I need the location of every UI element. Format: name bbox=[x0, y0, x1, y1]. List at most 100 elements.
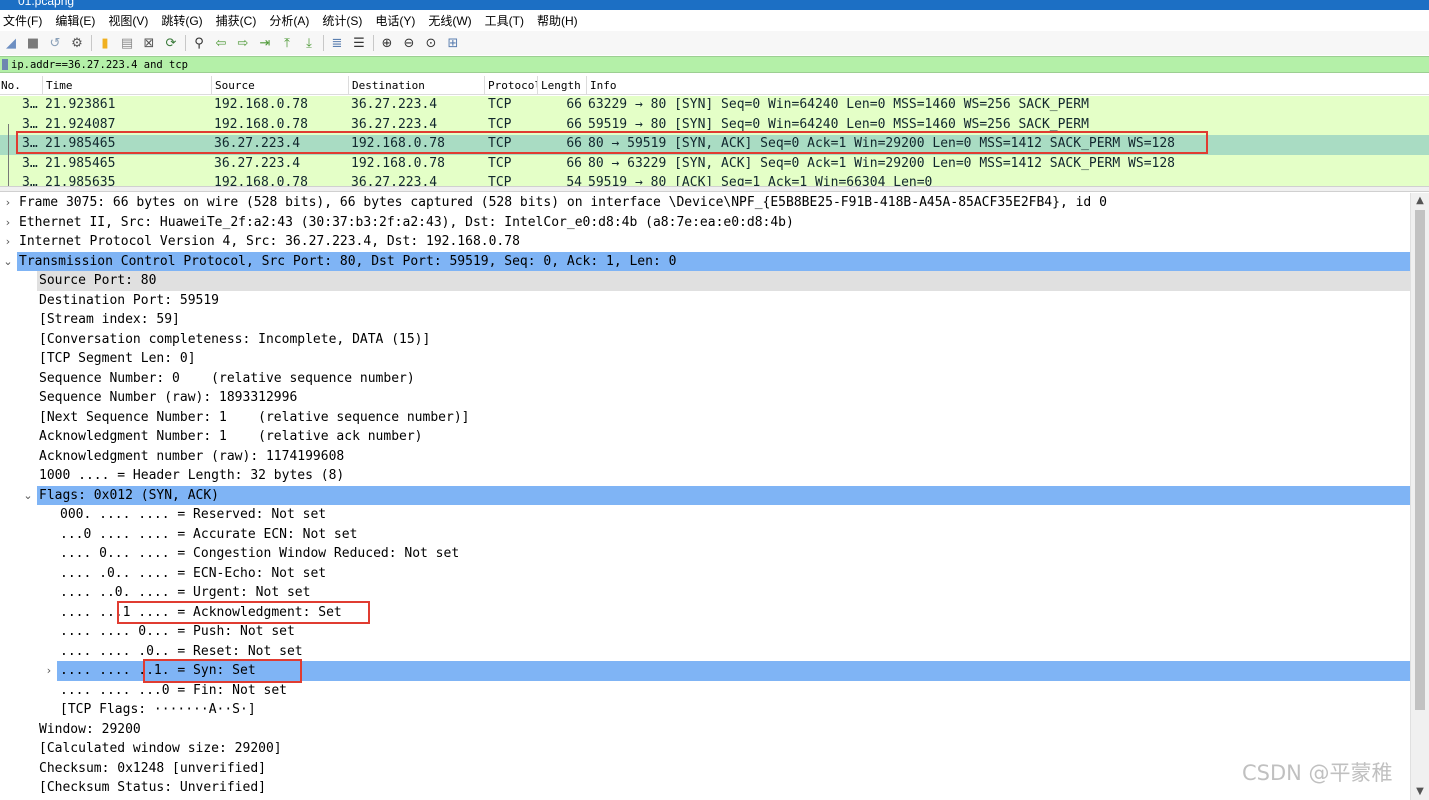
autoscroll-icon[interactable]: ≣ bbox=[328, 34, 346, 52]
collapse-arrow-icon[interactable]: ⌄ bbox=[22, 486, 34, 506]
scroll-up-icon[interactable]: ▲ bbox=[1411, 193, 1429, 209]
column-header-1[interactable]: Time bbox=[46, 79, 211, 92]
stop-capture-icon[interactable]: ■ bbox=[24, 34, 42, 52]
packet-row[interactable]: 3… 21.923861 192.168.0.78 36.27.223.4 TCP 66 6… bbox=[0, 96, 1429, 116]
capture-options-icon[interactable]: ⚙ bbox=[68, 34, 86, 52]
save-file-icon[interactable]: ▤ bbox=[118, 34, 136, 52]
column-divider[interactable] bbox=[537, 76, 538, 94]
detail-text: Flags: 0x012 (SYN, ACK) bbox=[39, 487, 220, 503]
bookmark-icon[interactable] bbox=[2, 59, 8, 70]
column-divider[interactable] bbox=[484, 76, 485, 94]
detail-row[interactable]: Sequence Number (raw): 1893312996 bbox=[0, 388, 1410, 408]
detail-row[interactable]: ⌄ Flags: 0x012 (SYN, ACK) bbox=[23, 485, 1410, 505]
expand-arrow-icon[interactable]: › bbox=[43, 661, 55, 681]
detail-row[interactable]: 000. .... .... = Reserved: Not set bbox=[0, 505, 1410, 525]
detail-row[interactable]: [Next Sequence Number: 1 (relative seque… bbox=[0, 408, 1410, 428]
column-header-6[interactable]: Info bbox=[590, 79, 1410, 92]
menu-item-0[interactable]: 文件(F) bbox=[3, 12, 48, 29]
go-forward-icon[interactable]: ⇨ bbox=[234, 34, 252, 52]
detail-row[interactable]: .... .... .0.. = Reset: Not set bbox=[0, 642, 1410, 662]
packet-row[interactable]: 3… 21.924087 192.168.0.78 36.27.223.4 TCP 66 5… bbox=[0, 115, 1429, 135]
packet-cell-info: 80 → 63229 [SYN, ACK] Seq=0 Ack=1 Win=29… bbox=[588, 155, 1175, 171]
detail-row[interactable]: .... .... ...0 = Fin: Not set bbox=[0, 681, 1410, 701]
pane-splitter[interactable] bbox=[0, 186, 1429, 192]
detail-text: [TCP Flags: ·······A··S·] bbox=[60, 702, 256, 717]
expand-arrow-icon[interactable]: › bbox=[2, 213, 14, 233]
detail-row[interactable]: ›.... .... ..1. = Syn: Set bbox=[47, 661, 1410, 681]
column-header-4[interactable]: Protocol bbox=[488, 79, 538, 92]
menu-item-2[interactable]: 视图(V) bbox=[108, 12, 154, 29]
menu-item-1[interactable]: 编辑(E) bbox=[55, 12, 101, 29]
column-header-5[interactable]: Length bbox=[541, 79, 587, 92]
open-file-icon[interactable]: ▮ bbox=[96, 34, 114, 52]
detail-row[interactable]: [Stream index: 59] bbox=[0, 310, 1410, 330]
menu-item-10[interactable]: 帮助(H) bbox=[537, 12, 584, 29]
find-packet-icon[interactable]: ⚲ bbox=[190, 34, 208, 52]
detail-row[interactable]: Acknowledgment Number: 1 (relative ack n… bbox=[0, 427, 1410, 447]
detail-row[interactable]: Source Port: 80 bbox=[37, 271, 1410, 291]
detail-row[interactable]: .... ..0. .... = Urgent: Not set bbox=[0, 583, 1410, 603]
detail-row[interactable]: › Frame 3075: 66 bytes on wire (528 bits)… bbox=[0, 193, 1410, 213]
restart-capture-icon[interactable]: ↺ bbox=[46, 34, 64, 52]
column-divider[interactable] bbox=[211, 76, 212, 94]
packet-cell-len: 66 bbox=[566, 155, 582, 171]
scrollbar-thumb[interactable] bbox=[1415, 210, 1425, 710]
packet-row[interactable]: 3… 21.985465 36.27.223.4 192.168.0.78 TCP 66 8… bbox=[0, 154, 1429, 174]
menu-item-8[interactable]: 无线(W) bbox=[428, 12, 477, 29]
menu-item-4[interactable]: 捕获(C) bbox=[216, 12, 263, 29]
display-filter-input[interactable]: ip.addr==36.27.223.4 and tcp bbox=[11, 59, 188, 71]
menu-item-7[interactable]: 电话(Y) bbox=[375, 12, 421, 29]
packet-row[interactable]: 3… 21.985635 192.168.0.78 36.27.223.4 TCP 54 5… bbox=[0, 174, 1429, 186]
column-divider[interactable] bbox=[42, 76, 43, 94]
detail-row[interactable]: Sequence Number: 0 (relative sequence nu… bbox=[0, 369, 1410, 389]
detail-row[interactable]: › Internet Protocol Version 4, Src: 36.27… bbox=[0, 232, 1410, 252]
detail-row[interactable]: [TCP Flags: ·······A··S·] bbox=[0, 700, 1410, 720]
details-scrollbar[interactable]: ▲ ▼ bbox=[1410, 193, 1429, 800]
column-header-0[interactable]: No. bbox=[1, 79, 41, 92]
reload-file-icon[interactable]: ⟳ bbox=[162, 34, 180, 52]
detail-row[interactable]: .... .... 0... = Push: Not set bbox=[0, 622, 1410, 642]
shark-fin-start-icon[interactable]: ◢ bbox=[2, 34, 20, 52]
menu-item-5[interactable]: 分析(A) bbox=[269, 12, 315, 29]
go-first-icon[interactable]: ⤒ bbox=[278, 34, 296, 52]
zoom-out-icon[interactable]: ⊖ bbox=[400, 34, 418, 52]
menu-item-3[interactable]: 跳转(G) bbox=[161, 12, 208, 29]
detail-row[interactable]: ⌄ Transmission Control Protocol, Src Port… bbox=[3, 251, 1410, 271]
detail-row[interactable]: .... .0.. .... = ECN-Echo: Not set bbox=[0, 564, 1410, 584]
menu-item-6[interactable]: 统计(S) bbox=[322, 12, 368, 29]
zoom-in-icon[interactable]: ⊕ bbox=[378, 34, 396, 52]
colorize-icon[interactable]: ☰ bbox=[350, 34, 368, 52]
go-to-packet-icon[interactable]: ⇥ bbox=[256, 34, 274, 52]
detail-row[interactable]: ...0 .... .... = Accurate ECN: Not set bbox=[0, 525, 1410, 545]
scroll-down-icon[interactable]: ▼ bbox=[1411, 784, 1429, 800]
detail-row[interactable]: .... ...1 .... = Acknowledgment: Set bbox=[0, 603, 1410, 623]
menu-item-9[interactable]: 工具(T) bbox=[485, 12, 530, 29]
column-divider[interactable] bbox=[586, 76, 587, 94]
packet-row-selected[interactable]: 3… 21.985465 36.27.223.4 192.168.0.78 TCP 66 8… bbox=[0, 135, 1429, 155]
detail-row[interactable]: Acknowledgment number (raw): 1174199608 bbox=[0, 447, 1410, 467]
detail-row[interactable]: Window: 29200 bbox=[0, 720, 1410, 740]
zoom-normal-icon[interactable]: ⊙ bbox=[422, 34, 440, 52]
column-header-3[interactable]: Destination bbox=[352, 79, 484, 92]
packet-cell-proto: TCP bbox=[488, 97, 512, 112]
detail-row[interactable]: 1000 .... = Header Length: 32 bytes (8) bbox=[0, 466, 1410, 486]
detail-row[interactable]: Destination Port: 59519 bbox=[0, 291, 1410, 311]
detail-row[interactable]: Checksum: 0x1248 [unverified] bbox=[0, 759, 1410, 779]
detail-row[interactable]: .... 0... .... = Congestion Window Reduc… bbox=[0, 544, 1410, 564]
column-header-2[interactable]: Source bbox=[215, 79, 348, 92]
detail-row[interactable]: [TCP Segment Len: 0] bbox=[0, 349, 1410, 369]
detail-row[interactable]: [Checksum Status: Unverified] bbox=[0, 778, 1410, 798]
display-filter-bar[interactable]: ip.addr==36.27.223.4 and tcp bbox=[0, 56, 1429, 73]
close-file-icon[interactable]: ⊠ bbox=[140, 34, 158, 52]
resize-columns-icon[interactable]: ⊞ bbox=[444, 34, 462, 52]
go-last-icon[interactable]: ⤓ bbox=[300, 34, 318, 52]
collapse-arrow-icon[interactable]: ⌄ bbox=[2, 252, 14, 272]
expand-arrow-icon[interactable]: › bbox=[2, 193, 14, 213]
go-back-icon[interactable]: ⇦ bbox=[212, 34, 230, 52]
packet-cell-len: 66 bbox=[566, 116, 582, 132]
detail-row[interactable]: [Calculated window size: 29200] bbox=[0, 739, 1410, 759]
column-divider[interactable] bbox=[348, 76, 349, 94]
detail-row[interactable]: [Conversation completeness: Incomplete, … bbox=[0, 330, 1410, 350]
expand-arrow-icon[interactable]: › bbox=[2, 232, 14, 252]
detail-row[interactable]: › Ethernet II, Src: HuaweiTe_2f:a2:43 (30… bbox=[0, 213, 1410, 233]
